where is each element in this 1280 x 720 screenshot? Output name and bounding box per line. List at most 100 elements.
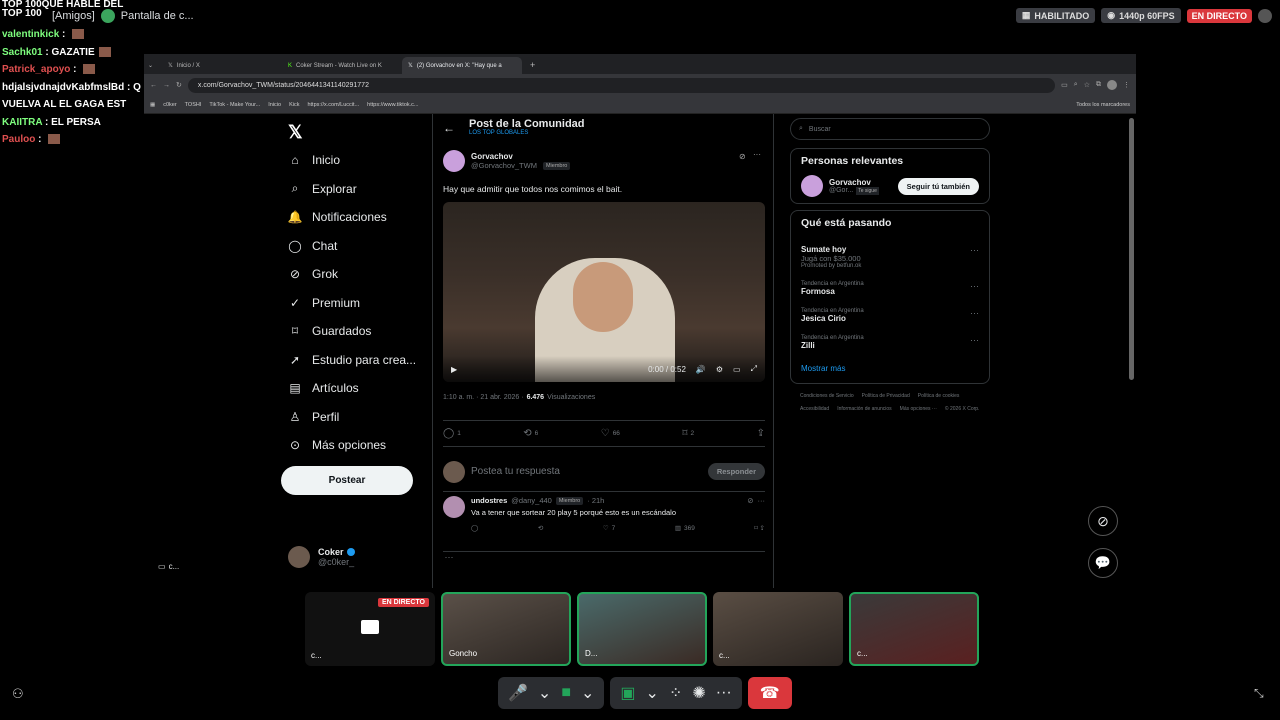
reply-tweet[interactable]: undostres @dany_440 Miembro · 21h ⊘ ··· … (443, 496, 765, 552)
messages-button[interactable]: 💬 (1088, 548, 1118, 578)
post-button[interactable]: Postear (281, 466, 413, 495)
like-button[interactable]: ♡ 66 (601, 428, 620, 439)
search-input[interactable]: ⌕ Buscar (790, 118, 990, 140)
tab-gorvachov[interactable]: 𝕏 (2) Gorvachov en X: "Hay que a (402, 57, 522, 74)
bookmark-3[interactable]: Inicio (268, 102, 281, 108)
reply-input[interactable]: Postea tu respuesta (471, 466, 702, 477)
avatar[interactable] (443, 150, 465, 172)
soundboard-icon[interactable]: ✺ (692, 683, 705, 703)
bookmark-2[interactable]: TikTok - Make Your... (209, 102, 260, 108)
nav-item-perfil[interactable]: ♙ Perfil (280, 403, 430, 432)
community-link[interactable]: LOS TOP GLOBALES (469, 130, 585, 136)
apps-icon[interactable]: ▦ (150, 102, 155, 108)
scrollbar[interactable] (1129, 118, 1134, 380)
nav-item-guardados[interactable]: ⌑ Guardados (280, 317, 430, 346)
tab-inicio[interactable]: 𝕏 Inicio / X (162, 57, 282, 74)
chat-bubble-icon[interactable] (1258, 8, 1272, 23)
reply-submit-button[interactable]: Responder (707, 463, 765, 480)
fullscreen-icon[interactable]: ⤡ (1254, 686, 1264, 701)
footer-link[interactable]: Política de Privacidad (862, 390, 910, 403)
grok-icon[interactable]: ⊘ (739, 152, 746, 161)
new-tab-button[interactable]: + (522, 60, 543, 74)
participant-tile[interactable]: D... (577, 592, 707, 666)
settings-icon[interactable]: ⚙ (716, 365, 723, 374)
back-icon[interactable]: ← (150, 82, 157, 89)
avatar[interactable] (801, 175, 823, 197)
reply-button[interactable]: ◯ 1 (443, 428, 461, 439)
video-player[interactable]: ▶ 0:00 / 0:52 🔊 ⚙ ▭ ⤢ (443, 202, 765, 382)
views-button[interactable]: ▥ 369 (675, 524, 695, 533)
nav-item-grok[interactable]: ⊘ Grok (280, 260, 430, 289)
chevron-down-icon[interactable]: ⌄ (646, 683, 659, 703)
install-icon[interactable]: ▭ (1061, 81, 1068, 89)
more-icon[interactable]: ··· (970, 308, 979, 318)
promoted-trend[interactable]: Sumate hoy Jugá con $35.000 Promoted by … (801, 239, 979, 275)
participant-tile[interactable]: c... (713, 592, 843, 666)
nav-item-más-opciones[interactable]: ⊙ Más opciones (280, 431, 430, 460)
reply-author[interactable]: undostres (471, 496, 507, 505)
footer-link[interactable]: Política de cookies (918, 390, 960, 403)
all-bookmarks[interactable]: Todos los marcadores (1076, 102, 1130, 108)
bookmark-5[interactable]: https://x.com/Luccit... (307, 102, 359, 108)
back-arrow-icon[interactable]: ← (443, 121, 455, 135)
fullscreen-icon[interactable]: ⤢ (751, 364, 757, 374)
nav-item-notificaciones[interactable]: 🔔 Notificaciones (280, 203, 430, 232)
footer-link[interactable]: Accesibilidad (800, 403, 829, 416)
avatar[interactable] (443, 496, 465, 518)
repost-button[interactable]: ⟲ 6 (523, 428, 538, 439)
reload-icon[interactable]: ↻ (176, 81, 182, 89)
participant-tile[interactable]: c... (849, 592, 979, 666)
bookmark-button[interactable]: ⌑ ⇪ (754, 524, 765, 532)
star-icon[interactable]: ☆ (1084, 81, 1090, 89)
show-more-link[interactable]: Mostrar más (801, 356, 979, 377)
volume-icon[interactable]: 🔊 (696, 365, 706, 374)
more-icon[interactable]: ··· (970, 281, 979, 291)
nav-item-estudio-para-crea-[interactable]: ➚ Estudio para crea... (280, 346, 430, 375)
menu-icon[interactable]: ⋮ (1123, 81, 1130, 89)
nav-item-chat[interactable]: ◯ Chat (280, 232, 430, 261)
tab-kick[interactable]: K Coker Stream - Watch Live on K (282, 57, 402, 74)
mic-button[interactable]: 🎤 ⌄ ■ ⌄ (498, 677, 605, 709)
tab-list-icon[interactable]: ⌄ (148, 57, 162, 74)
more-icon[interactable]: ··· (970, 245, 979, 255)
screen-share-label[interactable]: Pantalla de c... (121, 10, 194, 22)
bookmark-4[interactable]: Kick (289, 102, 299, 108)
share-screen-button[interactable]: ▣ ⌄ ⁘ ✺ ··· (610, 677, 742, 709)
nav-item-inicio[interactable]: ⌂ Inicio (280, 146, 430, 175)
person-name[interactable]: Gorvachov (829, 178, 892, 187)
participant-tile[interactable]: Goncho (441, 592, 571, 666)
bookmark-0[interactable]: c0ker (163, 102, 176, 108)
account-switcher[interactable]: Coker @c0ker_ ··· (288, 546, 454, 568)
nav-item-artículos[interactable]: ▤ Artículos (280, 374, 430, 403)
url-input[interactable]: x.com/Gorvachov_TWM/status/2046441341140… (187, 77, 1056, 93)
reply-button[interactable]: ◯ (471, 524, 478, 532)
bookmark-button[interactable]: ⌑ 2 (682, 428, 694, 439)
more-icon[interactable]: ··· (716, 684, 732, 702)
like-button[interactable]: ♡ 7 (603, 524, 615, 533)
nav-item-explorar[interactable]: ⌕ Explorar (280, 175, 430, 204)
repost-button[interactable]: ⟲ (538, 524, 543, 532)
author-name[interactable]: Gorvachov (471, 152, 570, 161)
reply-handle[interactable]: @dany_440 (511, 496, 552, 505)
grok-button[interactable]: ⊘ (1088, 506, 1118, 536)
author-handle[interactable]: @Gorvachov_TWM (471, 161, 537, 170)
post-timestamp[interactable]: 1:10 a. m. · 21 abr. 2026 · (443, 394, 524, 401)
extensions-icon[interactable]: ⧉ (1096, 81, 1101, 89)
bookmark-6[interactable]: https://www.tiktok.c... (367, 102, 418, 108)
play-icon[interactable]: ▶ (451, 365, 457, 374)
chevron-down-icon[interactable]: ⌄ (581, 683, 594, 703)
chevron-down-icon[interactable]: ⌄ (538, 683, 551, 703)
nav-item-premium[interactable]: ✓ Premium (280, 289, 430, 318)
camera-icon[interactable]: ■ (561, 684, 571, 702)
share-button[interactable]: ⇪ (757, 428, 765, 439)
forward-icon[interactable]: → (163, 82, 170, 89)
add-user-icon[interactable]: ⚇ (12, 686, 24, 702)
x-logo[interactable]: 𝕏 (280, 114, 430, 146)
reply-time[interactable]: · 21h (587, 496, 604, 505)
hangup-button[interactable]: ☎ (747, 677, 792, 709)
grok-icon[interactable]: ⊘ (747, 496, 753, 505)
footer-link[interactable]: Información de anuncios (837, 403, 891, 416)
footer-link[interactable]: Condiciones de Servicio (800, 390, 854, 403)
zoom-icon[interactable]: ⌕ (1074, 81, 1078, 89)
activities-icon[interactable]: ⁘ (669, 683, 682, 703)
